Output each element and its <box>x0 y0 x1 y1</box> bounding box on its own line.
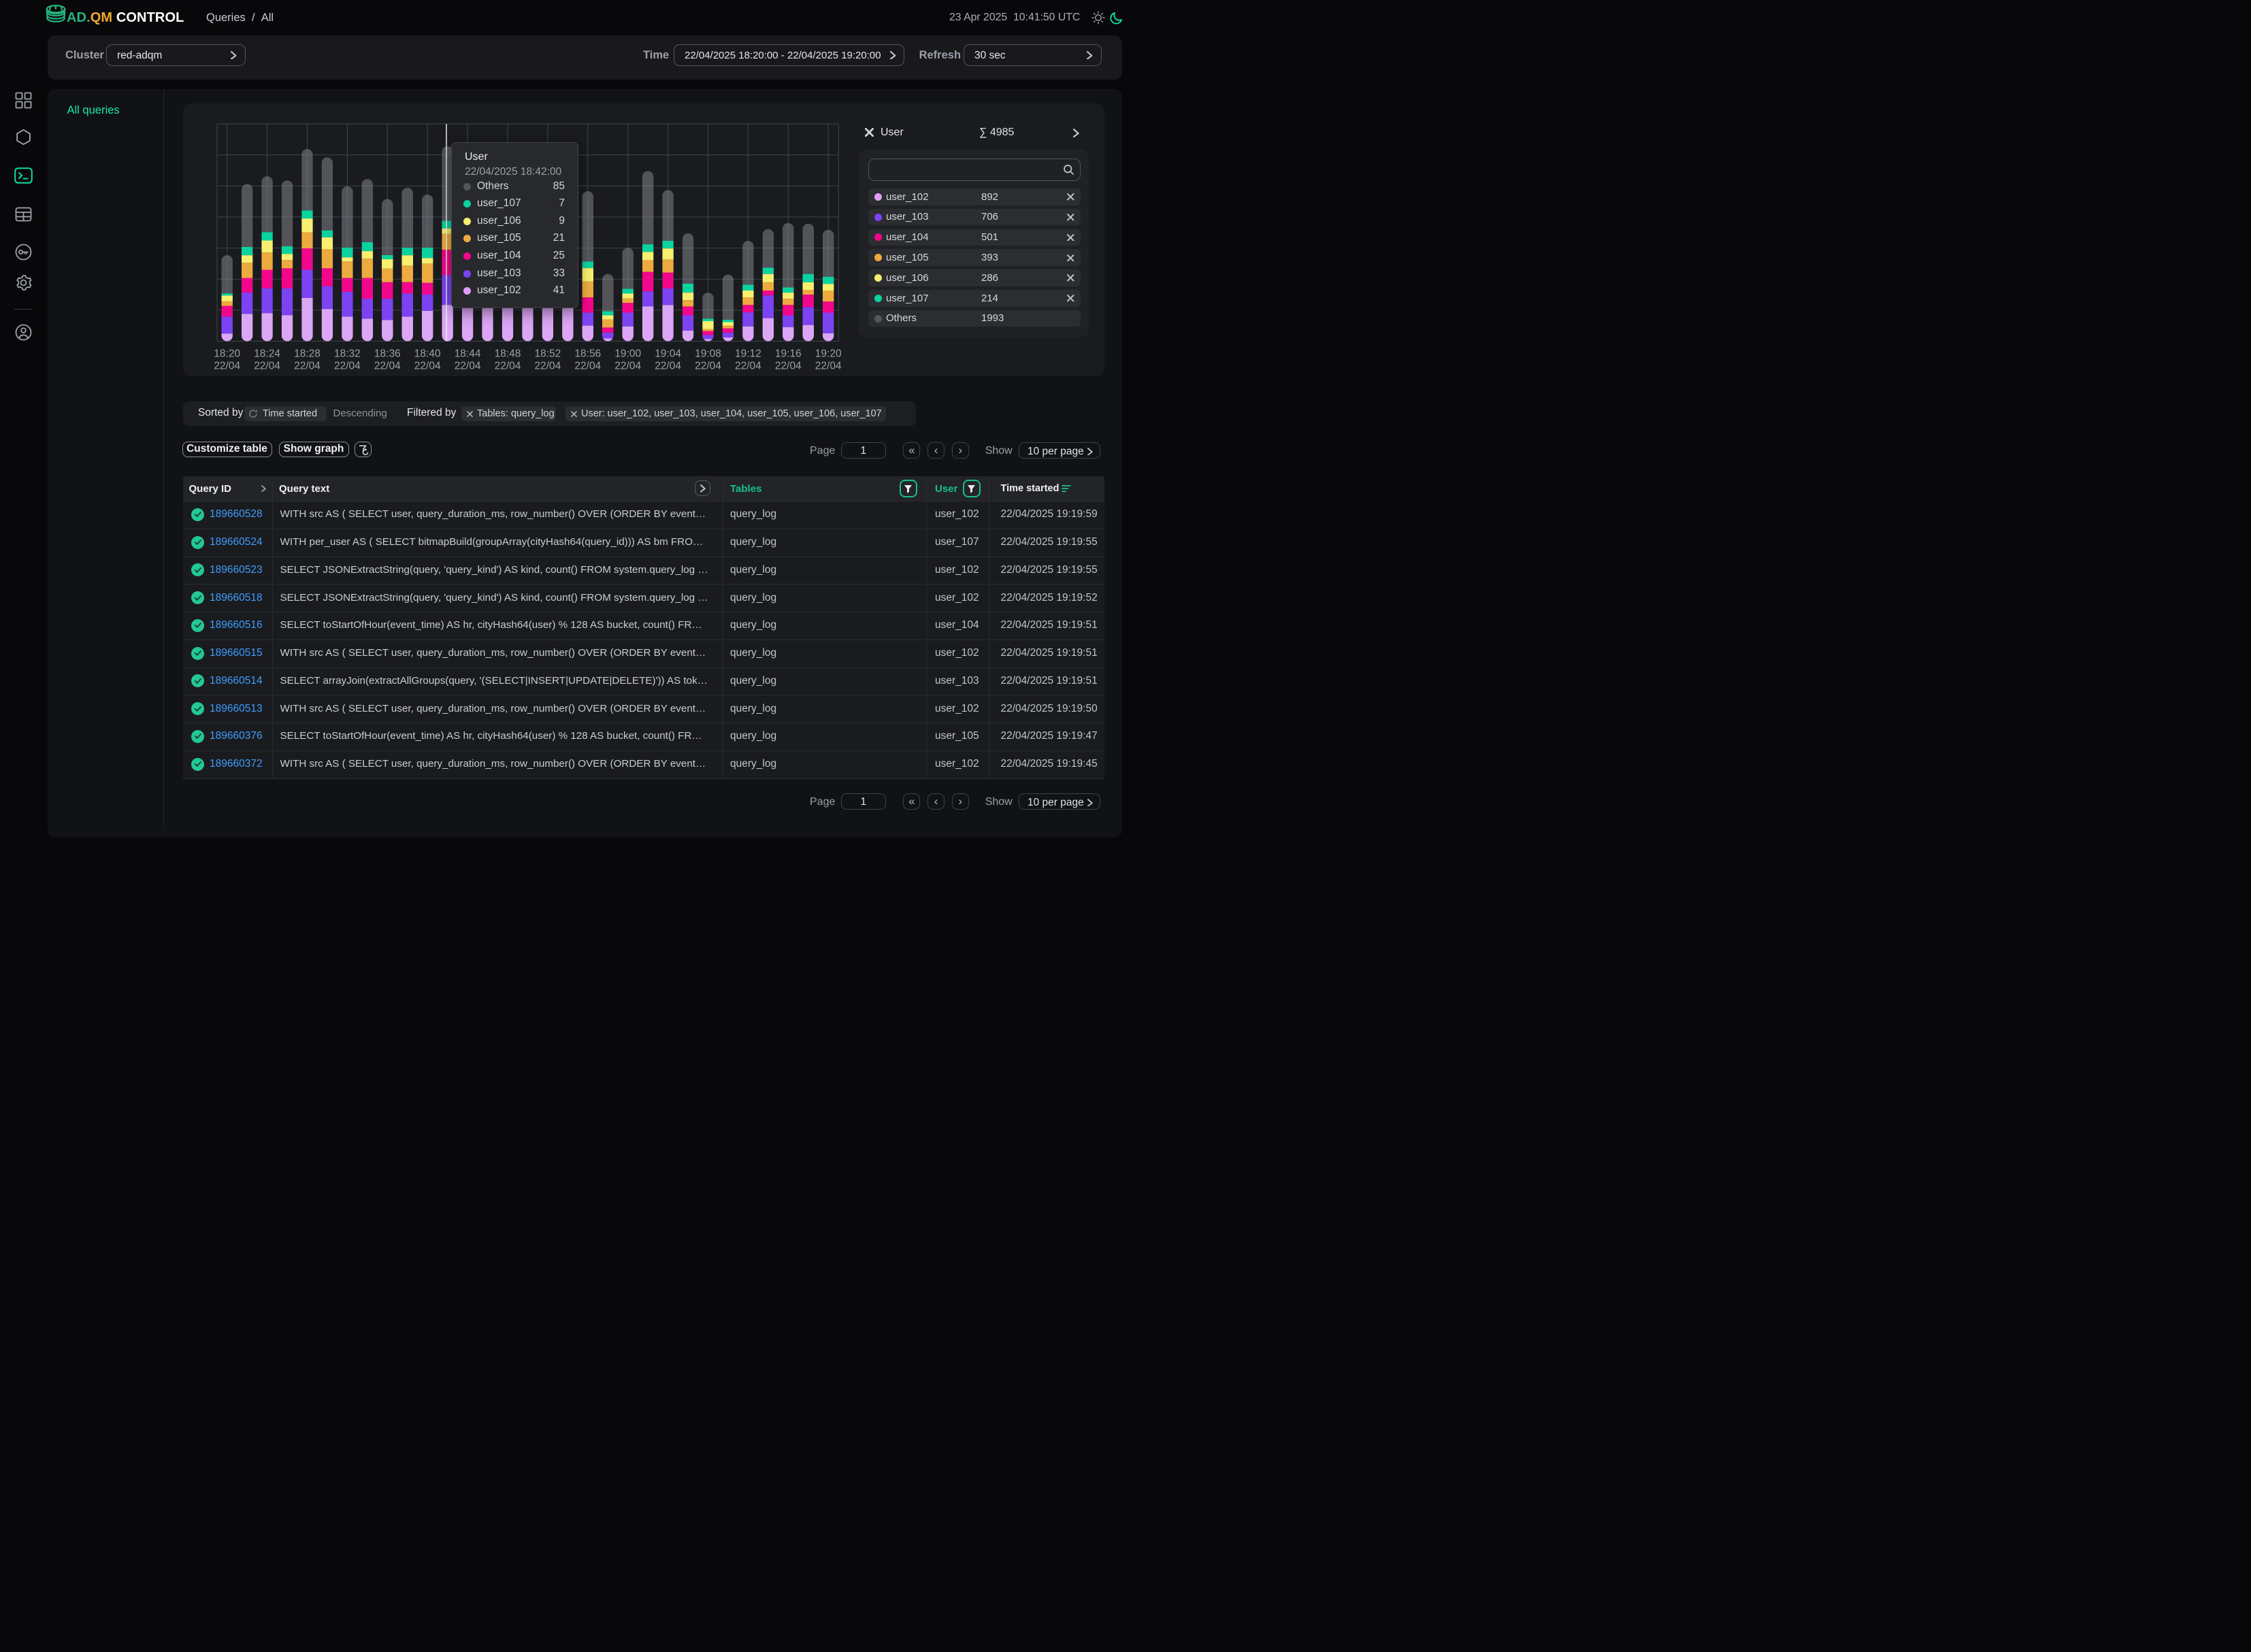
svg-text:22/04: 22/04 <box>774 360 801 371</box>
svg-text:19:08: 19:08 <box>695 348 721 359</box>
svg-text:22/04: 22/04 <box>494 360 521 371</box>
svg-text:19:16: 19:16 <box>774 348 801 359</box>
svg-text:22/04: 22/04 <box>815 360 841 371</box>
svg-text:19:12: 19:12 <box>735 348 761 359</box>
svg-text:22/04: 22/04 <box>534 360 561 371</box>
svg-text:22/04: 22/04 <box>454 360 480 371</box>
svg-text:19:04: 19:04 <box>655 348 681 359</box>
svg-text:22/04: 22/04 <box>334 360 361 371</box>
svg-text:18:28: 18:28 <box>294 348 321 359</box>
svg-text:18:20: 18:20 <box>214 348 240 359</box>
svg-text:22/04: 22/04 <box>414 360 440 371</box>
svg-text:18:44: 18:44 <box>454 348 480 359</box>
svg-text:18:40: 18:40 <box>414 348 440 359</box>
svg-text:22/04: 22/04 <box>374 360 400 371</box>
svg-text:18:36: 18:36 <box>374 348 400 359</box>
svg-text:22/04: 22/04 <box>574 360 601 371</box>
svg-text:22/04: 22/04 <box>614 360 641 371</box>
svg-text:22/04: 22/04 <box>254 360 280 371</box>
svg-text:18:24: 18:24 <box>254 348 280 359</box>
svg-text:19:00: 19:00 <box>614 348 641 359</box>
svg-text:18:56: 18:56 <box>574 348 601 359</box>
svg-text:22/04: 22/04 <box>214 360 240 371</box>
svg-text:18:52: 18:52 <box>534 348 561 359</box>
svg-text:22/04: 22/04 <box>695 360 721 371</box>
svg-text:18:32: 18:32 <box>334 348 361 359</box>
svg-text:18:48: 18:48 <box>494 348 521 359</box>
svg-text:22/04: 22/04 <box>294 360 321 371</box>
svg-text:22/04: 22/04 <box>735 360 761 371</box>
svg-text:22/04: 22/04 <box>655 360 681 371</box>
svg-text:19:20: 19:20 <box>815 348 841 359</box>
